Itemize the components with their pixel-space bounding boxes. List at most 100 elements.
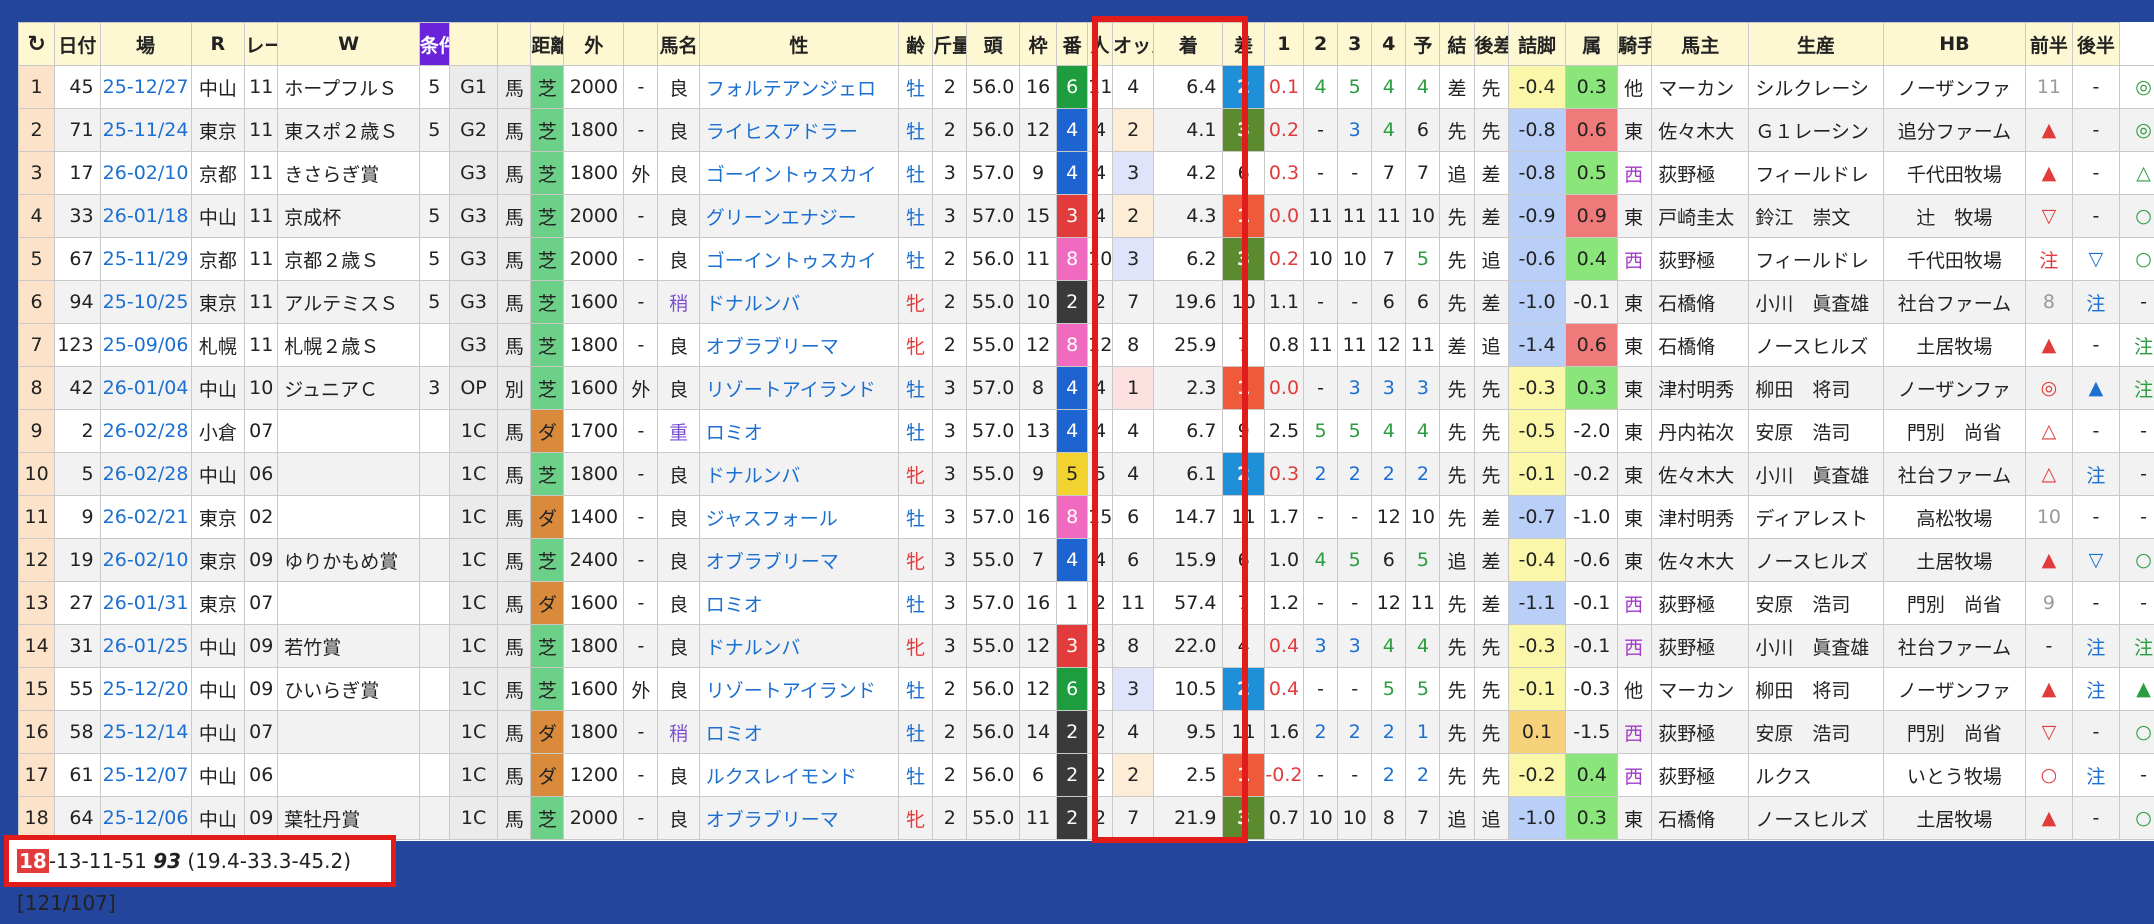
- table-row[interactable]: 84226-01/04中山10ジュニアＣ3OP別芝1600外良リゾートアイランド…: [19, 367, 2154, 410]
- cell-owner[interactable]: 戸崎圭太: [1652, 195, 1749, 238]
- table-row[interactable]: 155525-12/20中山09ひいらぎ賞1C馬芝1600外良リゾートアイランド…: [19, 668, 2154, 711]
- header-type[interactable]: [449, 23, 498, 66]
- cell-venue[interactable]: 25-10/25: [100, 281, 191, 324]
- table-row[interactable]: 69425-10/25東京11アルテミスＳ5G3馬芝1600-稍ドナルンバ牝25…: [19, 281, 2154, 324]
- header-refresh[interactable]: ↻: [19, 23, 55, 66]
- header-affiliation[interactable]: 属: [1566, 23, 1618, 66]
- cell-sex[interactable]: ジャスフォール: [699, 496, 898, 539]
- cell-sex[interactable]: ロミオ: [699, 582, 898, 625]
- cell-venue[interactable]: 25-12/27: [100, 66, 191, 109]
- header-horse[interactable]: 馬名: [658, 23, 699, 66]
- header-weight[interactable]: W: [278, 23, 420, 66]
- cell-jockey[interactable]: 東: [1618, 367, 1652, 410]
- cell-jockey[interactable]: 東: [1618, 195, 1652, 238]
- cell-sex[interactable]: フォルテアンジェロ: [699, 66, 898, 109]
- header-age[interactable]: 齢: [899, 23, 933, 66]
- cell-owner[interactable]: マーカン: [1652, 668, 1749, 711]
- cell-sex[interactable]: ドナルンバ: [699, 453, 898, 496]
- header-field-size[interactable]: 頭: [967, 23, 1020, 66]
- header-class[interactable]: 条件: [419, 23, 449, 66]
- cell-owner[interactable]: 荻野極: [1652, 152, 1749, 195]
- cell-owner[interactable]: 丹内祐次: [1652, 410, 1749, 453]
- table-row[interactable]: 43326-01/18中山11京成杯5G3馬芝2000-良グリーンエナジー牡35…: [19, 195, 2154, 238]
- cell-venue[interactable]: 26-01/04: [100, 367, 191, 410]
- header-owner[interactable]: 馬主: [1652, 23, 1749, 66]
- cell-jockey[interactable]: 東: [1618, 324, 1652, 367]
- cell-venue[interactable]: 26-02/10: [100, 152, 191, 195]
- cell-venue[interactable]: 26-02/21: [100, 496, 191, 539]
- cell-sex[interactable]: リゾートアイランド: [699, 668, 898, 711]
- header-sex[interactable]: 性: [699, 23, 898, 66]
- header-race-no[interactable]: R: [191, 23, 245, 66]
- cell-venue[interactable]: 26-01/25: [100, 625, 191, 668]
- table-row[interactable]: 176125-12/07中山061C馬ダ1200-良ルクスレイモンド牡256.0…: [19, 754, 2154, 797]
- table-row[interactable]: 31726-02/10京都11きさらぎ賞G3馬芝1800外良ゴーイントゥスカイ牡…: [19, 152, 2154, 195]
- header-race-name[interactable]: レース名: [245, 23, 278, 66]
- cell-jockey[interactable]: 他: [1618, 66, 1652, 109]
- header-distance[interactable]: 距離: [531, 23, 564, 66]
- header-track[interactable]: [624, 23, 658, 66]
- cell-jockey[interactable]: 西: [1618, 754, 1652, 797]
- cell-venue[interactable]: 26-01/18: [100, 195, 191, 238]
- cell-jockey[interactable]: 他: [1618, 668, 1652, 711]
- cell-sex[interactable]: ゴーイントゥスカイ: [699, 238, 898, 281]
- cell-venue[interactable]: 26-02/28: [100, 453, 191, 496]
- header-margin[interactable]: 差: [1223, 23, 1264, 66]
- header-closing[interactable]: 詰脚: [1508, 23, 1566, 66]
- table-row[interactable]: 143126-01/25中山09若竹賞1C馬芝1800-良ドナルンバ牝355.0…: [19, 625, 2154, 668]
- cell-jockey[interactable]: 西: [1618, 625, 1652, 668]
- header-venue[interactable]: 場: [100, 23, 191, 66]
- cell-sex[interactable]: ドナルンバ: [699, 625, 898, 668]
- cell-owner[interactable]: 荻野極: [1652, 754, 1749, 797]
- table-row[interactable]: 27125-11/24東京11東スポ２歳Ｓ5G2馬芝1800-良ライヒスアドラー…: [19, 109, 2154, 152]
- cell-owner[interactable]: 石橋脩: [1652, 324, 1749, 367]
- header-first-half[interactable]: 前半: [2026, 23, 2072, 66]
- header-number[interactable]: 番: [1057, 23, 1088, 66]
- header-pos1[interactable]: 1: [1264, 23, 1303, 66]
- cell-venue[interactable]: 26-01/31: [100, 582, 191, 625]
- cell-jockey[interactable]: 西: [1618, 152, 1652, 195]
- table-row[interactable]: 11926-02/21東京021C馬ダ1400-良ジャスフォール牡357.016…: [19, 496, 2154, 539]
- header-gate[interactable]: 枠: [1020, 23, 1057, 66]
- header-second-half[interactable]: 後半: [2072, 23, 2120, 66]
- cell-jockey[interactable]: 西: [1618, 582, 1652, 625]
- cell-venue[interactable]: 25-12/20: [100, 668, 191, 711]
- cell-jockey[interactable]: 東: [1618, 539, 1652, 582]
- cell-owner[interactable]: 荻野極: [1652, 238, 1749, 281]
- cell-jockey[interactable]: 西: [1618, 238, 1652, 281]
- cell-jockey[interactable]: 東: [1618, 109, 1652, 152]
- header-date[interactable]: 日付: [55, 23, 100, 66]
- cell-venue[interactable]: 25-12/07: [100, 754, 191, 797]
- cell-owner[interactable]: 佐々木大: [1652, 453, 1749, 496]
- cell-sex[interactable]: ゴーイントゥスカイ: [699, 152, 898, 195]
- header-pos2[interactable]: 2: [1304, 23, 1338, 66]
- cell-sex[interactable]: ルクスレイモンド: [699, 754, 898, 797]
- header-odds[interactable]: オッズ: [1112, 23, 1153, 66]
- cell-owner[interactable]: 津村明秀: [1652, 367, 1749, 410]
- cell-venue[interactable]: 26-02/10: [100, 539, 191, 582]
- cell-jockey[interactable]: 東: [1618, 281, 1652, 324]
- table-row[interactable]: 712325-09/06札幌11札幌２歳ＳG3馬芝1800-良オブラブリーマ牝2…: [19, 324, 2154, 367]
- cell-sex[interactable]: ライヒスアドラー: [699, 109, 898, 152]
- cell-owner[interactable]: 佐々木大: [1652, 539, 1749, 582]
- cell-sex[interactable]: オブラブリーマ: [699, 324, 898, 367]
- cell-venue[interactable]: 25-09/06: [100, 324, 191, 367]
- header-prediction[interactable]: 予: [1406, 23, 1440, 66]
- table-row[interactable]: 132726-01/31東京071C馬ダ1600-良ロミオ牡357.016121…: [19, 582, 2154, 625]
- cell-sex[interactable]: オブラブリーマ: [699, 797, 898, 840]
- header-pos3[interactable]: 3: [1338, 23, 1372, 66]
- header-jockey[interactable]: 騎手: [1618, 23, 1652, 66]
- cell-venue[interactable]: 25-11/24: [100, 109, 191, 152]
- header-hb[interactable]: HB: [1883, 23, 2026, 66]
- table-row[interactable]: 121926-02/10東京09ゆりかもめ賞1C馬芝2400-良オブラブリーマ牝…: [19, 539, 2154, 582]
- cell-venue[interactable]: 25-12/06: [100, 797, 191, 840]
- cell-sex[interactable]: オブラブリーマ: [699, 539, 898, 582]
- cell-owner[interactable]: 荻野極: [1652, 625, 1749, 668]
- cell-sex[interactable]: ロミオ: [699, 410, 898, 453]
- cell-sex[interactable]: リゾートアイランド: [699, 367, 898, 410]
- table-row[interactable]: 56725-11/29京都11京都２歳Ｓ5G3馬芝2000-良ゴーイントゥスカイ…: [19, 238, 2154, 281]
- cell-venue[interactable]: 25-12/14: [100, 711, 191, 754]
- cell-jockey[interactable]: 西: [1618, 711, 1652, 754]
- header-surface[interactable]: [498, 23, 531, 66]
- header-breeder[interactable]: 生産: [1749, 23, 1883, 66]
